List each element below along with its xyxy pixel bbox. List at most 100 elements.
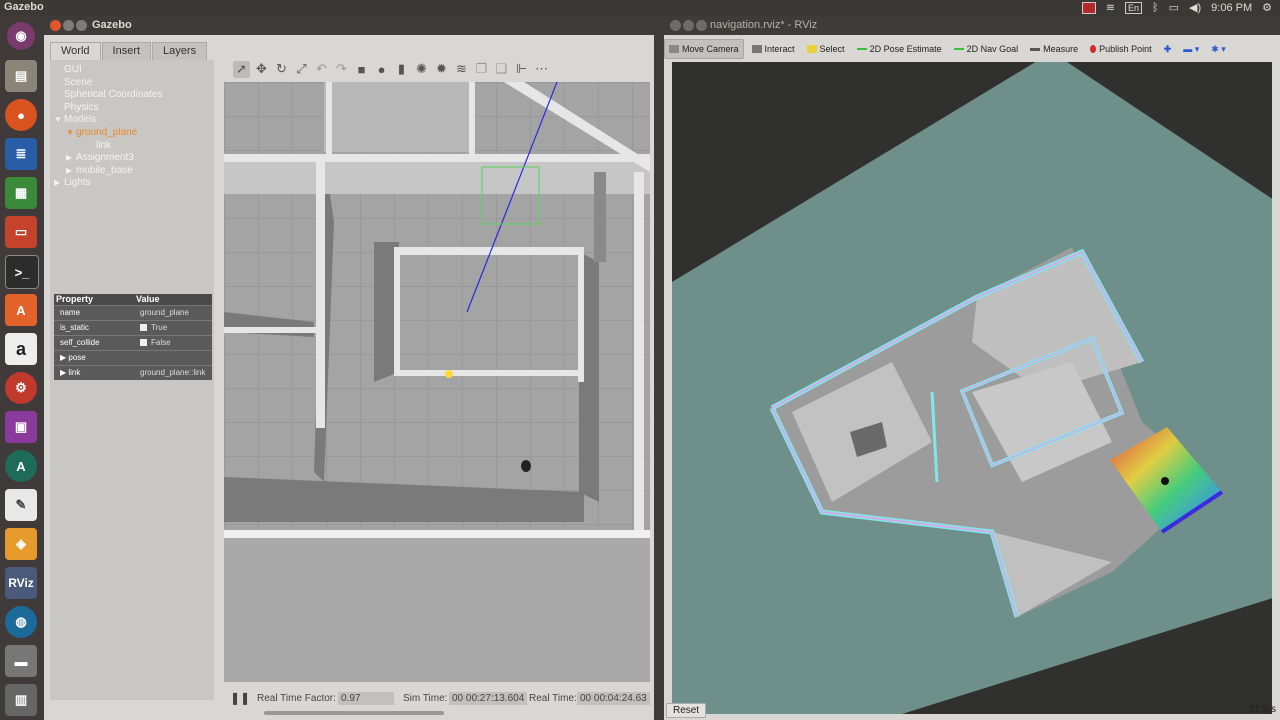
tree-expand-arrow-icon[interactable]: ▼ [54,114,64,127]
tool-measure[interactable]: Measure [1026,40,1082,58]
globe-icon[interactable]: ◍ [5,606,37,638]
gazebo-toolbar: ➚ ✥ ↻ ⤢ ↶ ↷ ■ ● ▮ ✺ ✹ ≋ ❐ ❏ ⊩ ⋯ [229,58,653,80]
gazebo-tabs: World Insert Layers [50,42,208,61]
tool-properties-button[interactable]: ✱ ▾ [1207,40,1230,58]
remove-tool-button[interactable]: ▬ ▾ [1179,40,1203,58]
spot-light-icon[interactable]: ✹ [433,61,450,78]
rotate-mode-icon[interactable]: ↻ [273,61,290,78]
amazon-icon[interactable]: a [5,333,37,365]
directional-light-icon[interactable]: ≋ [453,61,470,78]
clock[interactable]: 9:06 PM [1211,2,1252,14]
undo-icon[interactable]: ↶ [313,61,330,78]
tree-item[interactable]: ▼ ground_plane [50,127,212,140]
tool-publish-point[interactable]: Publish Point [1086,40,1156,58]
bluetooth-icon[interactable]: ᛒ [1152,2,1159,14]
terminal-icon[interactable]: >_ [5,255,39,289]
impress-icon[interactable]: ▭ [5,216,37,248]
sphere-shape-icon[interactable]: ● [373,61,390,78]
text-editor-icon[interactable]: ✎ [5,489,37,521]
screenshot-icon[interactable]: ▣ [5,411,37,443]
pause-icon[interactable]: ❚❚ [230,691,250,705]
minimize-icon[interactable] [63,20,74,31]
tree-item[interactable]: Spherical Coordinates [50,89,212,102]
add-tool-button[interactable]: ✚ [1160,40,1176,58]
trash-icon[interactable]: ▥ [5,684,37,716]
translate-mode-icon[interactable]: ✥ [253,61,270,78]
tree-item[interactable]: ▼ Models [50,114,212,127]
tree-item[interactable]: ▶ mobile_base [50,165,212,178]
battery-icon[interactable]: ▭ [1169,1,1179,14]
tree-item[interactable]: ▶ Lights [50,177,212,190]
drive-icon[interactable]: ▬ [5,645,37,677]
tool-move-camera[interactable]: Move Camera [664,39,744,59]
select-mode-icon[interactable]: ➚ [233,60,250,78]
property-row-is-static[interactable]: is_static True [54,320,212,335]
power-icon[interactable]: ⚙ [1262,1,1272,14]
value-column-header: Value [136,294,160,304]
wifi-icon[interactable]: ≋ [1106,1,1115,14]
self-collide-checkbox[interactable] [140,339,147,347]
tool-interact[interactable]: Interact [748,40,799,58]
calc-icon[interactable]: ▦ [5,177,37,209]
update-manager-icon[interactable]: A [5,450,37,482]
box-shape-icon[interactable]: ■ [353,61,370,78]
property-table: Property Value name ground_plane is_stati… [54,294,212,380]
property-header: Property Value [54,294,212,305]
tool-2d-nav-goal[interactable]: 2D Nav Goal [950,40,1023,58]
tree-expand-arrow-icon[interactable]: ▼ [66,127,76,140]
tree-item[interactable]: Scene [50,77,212,90]
measure-icon [1030,47,1041,51]
tree-item[interactable]: Physics [50,102,212,115]
is-static-checkbox[interactable] [140,324,147,332]
close-icon[interactable] [50,20,61,31]
align-icon[interactable]: ⊩ [513,61,530,78]
property-row-name[interactable]: name ground_plane [54,305,212,320]
indicator-icon[interactable] [1081,1,1096,14]
tree-item[interactable]: GUI [50,64,212,77]
rviz-3d-view[interactable] [672,62,1272,714]
writer-icon[interactable]: ≣ [5,138,37,170]
real-time-value: 00 00:04:24.63 [577,692,650,705]
snap-icon[interactable]: ⋯ [533,61,550,78]
tree-expand-arrow-icon[interactable]: ▶ [54,177,64,190]
tab-insert[interactable]: Insert [101,42,152,61]
reset-button[interactable]: Reset [666,703,707,718]
property-key: name [60,308,81,317]
property-row-self-collide[interactable]: self_collide False [54,335,212,350]
sim-time-label: Sim Time: [403,693,448,704]
cylinder-shape-icon[interactable]: ▮ [393,61,410,78]
tree-item[interactable]: ▶ Assignment3 [50,152,212,165]
copy-icon[interactable]: ❐ [473,61,490,78]
horizontal-scrollbar[interactable] [264,711,444,715]
scale-mode-icon[interactable]: ⤢ [293,61,310,78]
software-center-icon[interactable]: A [5,294,37,326]
settings-icon[interactable]: ⚙ [5,372,37,404]
tree-expand-arrow-icon[interactable]: ▶ [66,165,76,178]
volume-icon[interactable]: ◀) [1189,1,1201,14]
keyboard-layout-indicator[interactable]: En [1125,1,1143,14]
tool-2d-pose-estimate[interactable]: 2D Pose Estimate [853,40,946,58]
maximize-icon[interactable] [76,20,87,31]
property-row-pose[interactable]: ▶ pose [54,350,212,365]
point-light-icon[interactable]: ✺ [413,61,430,78]
tab-layers[interactable]: Layers [152,42,208,61]
close-icon[interactable] [670,20,681,31]
rviz-icon[interactable]: RViz [5,567,37,599]
minimize-icon[interactable] [683,20,694,31]
move-camera-icon [669,45,679,53]
maximize-icon[interactable] [696,20,707,31]
paste-icon[interactable]: ❏ [493,61,510,78]
files-icon[interactable]: ▤ [5,60,37,92]
redo-icon[interactable]: ↷ [333,61,350,78]
property-value: True [151,323,168,332]
tool-select[interactable]: Select [803,40,849,58]
ubuntu-dash-icon[interactable]: ◉ [7,22,35,50]
property-row-link[interactable]: ▶ link ground_plane::link [54,365,212,380]
firefox-icon[interactable]: ● [5,99,37,131]
virtualbox-icon[interactable]: ◈ [5,528,37,560]
tab-world[interactable]: World [50,42,101,61]
tree-item[interactable]: link [50,140,212,153]
tree-expand-arrow-icon[interactable]: ▶ [66,152,76,165]
tool-label: 2D Pose Estimate [869,44,942,54]
gazebo-3d-viewport[interactable] [224,82,650,682]
